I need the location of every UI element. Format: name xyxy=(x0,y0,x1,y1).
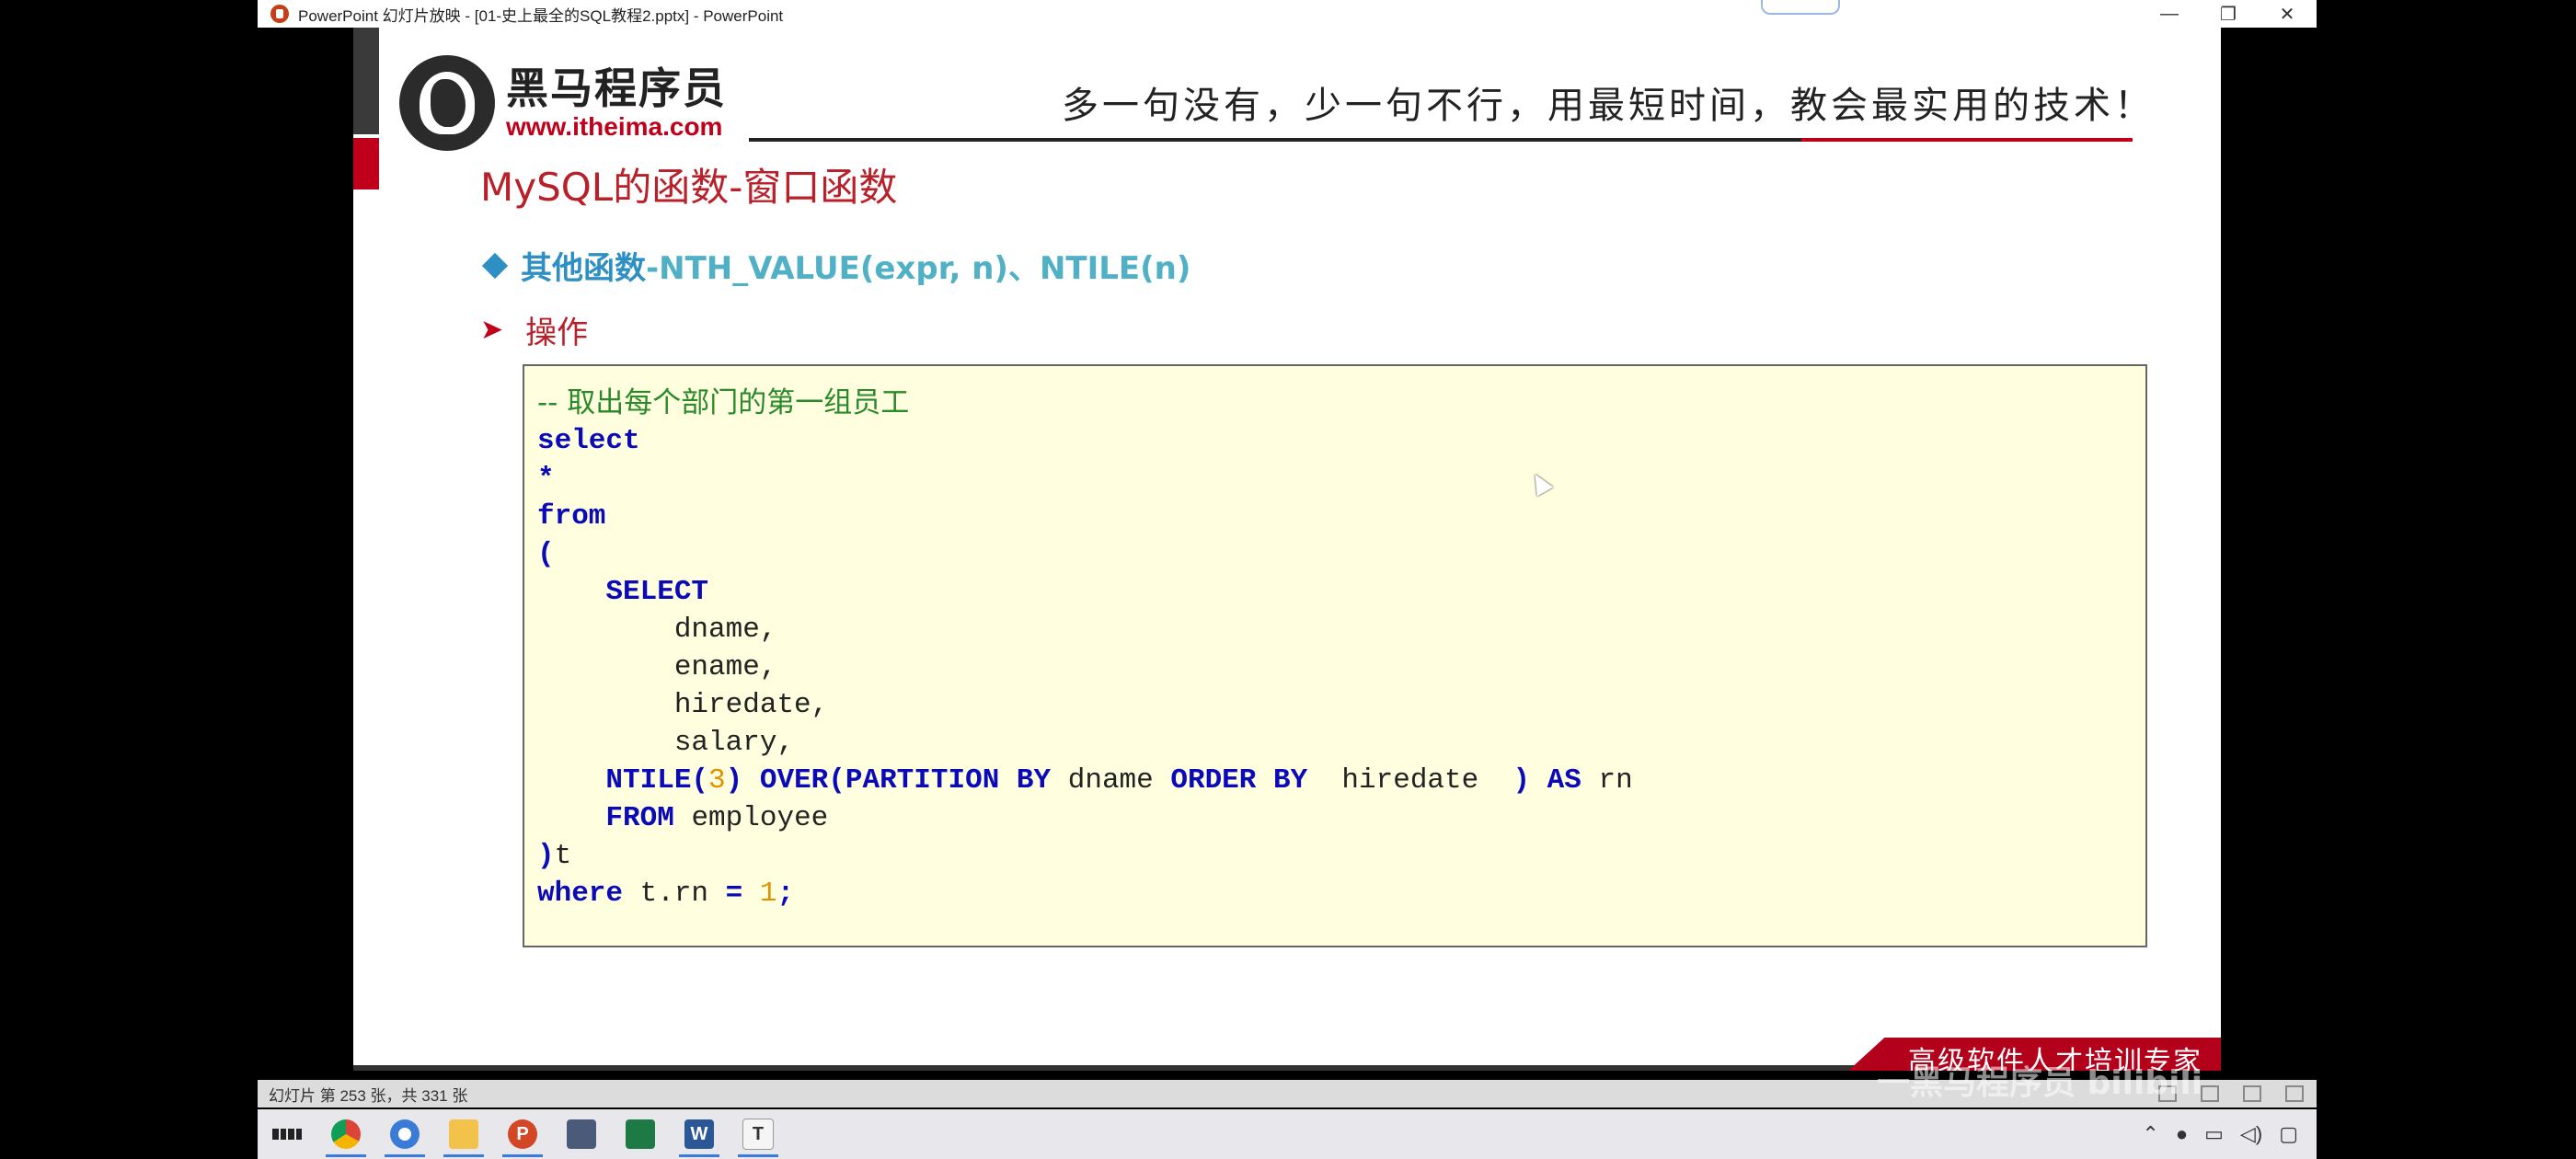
slide-sorter-icon[interactable] xyxy=(2201,1085,2219,1102)
taskbar-browser[interactable] xyxy=(375,1109,434,1159)
code-keyword: from xyxy=(537,500,606,533)
brand-logo: 黑马程序员 www.itheima.com xyxy=(399,55,727,151)
code-comment: -- 取出每个部门的第一组员工 xyxy=(537,386,910,419)
operation-label: 操作 xyxy=(525,315,589,351)
code-identifier: t.rn xyxy=(639,878,709,910)
code-identifier: dname, xyxy=(673,614,777,646)
excel-icon xyxy=(626,1119,655,1149)
code-identifier: rn xyxy=(1598,764,1633,797)
section-heading-cn: 其他函数 xyxy=(521,250,646,287)
code-identifier: hiredate xyxy=(1341,764,1479,797)
powerpoint-window: PowerPoint 幻灯片放映 - [01-史上最全的SQL教程2.pptx]… xyxy=(258,0,2317,1159)
code-block: -- 取出每个部门的第一组员工 select * from ( SELECT d… xyxy=(523,364,2147,947)
taskbar-explorer[interactable] xyxy=(434,1109,493,1159)
code-identifier: ename, xyxy=(673,651,777,683)
window-title: PowerPoint 幻灯片放映 - [01-史上最全的SQL教程2.pptx]… xyxy=(298,6,784,25)
code-identifier: salary, xyxy=(673,727,795,759)
chevron-up-icon[interactable]: ⌃ xyxy=(2142,1122,2158,1146)
taskbar-chrome[interactable] xyxy=(316,1109,375,1159)
windows-start-icon xyxy=(272,1119,302,1149)
code-identifier: hiredate, xyxy=(673,689,829,721)
browser-icon xyxy=(390,1119,420,1149)
code-keyword: where xyxy=(537,878,624,910)
word-icon: W xyxy=(684,1119,714,1149)
taskbar-powerpoint[interactable]: P xyxy=(493,1109,552,1159)
slide-title: MySQL的函数-窗口函数 xyxy=(480,165,898,210)
code-keyword: SELECT xyxy=(605,576,709,608)
reading-view-icon[interactable] xyxy=(2243,1085,2261,1102)
code-keyword: * xyxy=(537,463,555,495)
close-button[interactable]: ✕ xyxy=(2258,0,2317,28)
title-bar: PowerPoint 幻灯片放映 - [01-史上最全的SQL教程2.pptx]… xyxy=(258,0,2317,28)
slideshow-icon[interactable] xyxy=(2285,1085,2304,1102)
battery-icon[interactable]: ▭ xyxy=(2204,1122,2224,1146)
diamond-bullet-icon xyxy=(481,252,509,279)
code-keyword: FROM xyxy=(605,802,674,834)
code-identifier: t xyxy=(554,840,572,872)
slide[interactable]: 黑马程序员 www.itheima.com 多一句没有，少一句不行，用最短时间，… xyxy=(353,28,2221,1071)
powerpoint-icon: P xyxy=(508,1119,537,1149)
restore-button[interactable]: ❐ xyxy=(2199,0,2258,28)
taskbar-calculator[interactable] xyxy=(552,1109,611,1159)
code-number: 3 xyxy=(708,764,726,797)
code-keyword: ; xyxy=(776,878,795,910)
code-keyword: ) xyxy=(537,840,555,872)
minimize-button[interactable]: — xyxy=(2140,0,2199,28)
chrome-icon xyxy=(331,1119,361,1149)
code-keyword: NTILE( xyxy=(605,764,709,797)
code-keyword: ) OVER(PARTITION BY xyxy=(725,764,1052,797)
taskbar-word[interactable]: W xyxy=(670,1109,729,1159)
folder-icon xyxy=(449,1119,478,1149)
header-divider-red xyxy=(1801,138,2133,142)
start-button[interactable] xyxy=(258,1109,316,1159)
logo-url: www.itheima.com xyxy=(506,112,723,141)
drag-handle[interactable] xyxy=(1761,0,1840,15)
taskbar-excel[interactable] xyxy=(611,1109,670,1159)
code-keyword: = xyxy=(725,878,743,910)
arrow-bullet-icon: ➤ xyxy=(480,314,504,346)
section-heading: 其他函数 -NTH_VALUE(expr, n)、NTILE(n) xyxy=(480,243,1190,288)
horse-logo-icon xyxy=(399,55,495,151)
code-keyword: ORDER BY xyxy=(1170,764,1308,797)
left-accent-bar xyxy=(353,28,379,134)
code-number: 1 xyxy=(759,878,777,910)
calculator-icon xyxy=(567,1119,596,1149)
slide-counter: 幻灯片 第 253 张，共 331 张 xyxy=(269,1086,468,1105)
watermark: 一黑马程序员 bilibili xyxy=(1877,1064,2203,1102)
code-keyword: ) AS xyxy=(1512,764,1581,797)
section-heading-functions: -NTH_VALUE(expr, n)、NTILE(n) xyxy=(646,250,1191,287)
code-identifier: dname xyxy=(1067,764,1154,797)
slogan: 多一句没有，少一句不行，用最短时间，教会最实用的技术！ xyxy=(1062,85,2155,127)
taskbar: P W T ⌃ ● ▭ ◁) ▢ xyxy=(258,1109,2317,1159)
notification-icon[interactable]: ▢ xyxy=(2279,1122,2298,1146)
volume-icon[interactable]: ◁) xyxy=(2240,1122,2262,1146)
typora-icon: T xyxy=(742,1119,774,1150)
powerpoint-icon xyxy=(270,5,289,23)
taskbar-typora[interactable]: T xyxy=(729,1109,788,1159)
left-accent-bar-red xyxy=(353,138,379,189)
code-keyword: select xyxy=(537,425,640,457)
operation-heading: ➤ 操作 xyxy=(480,307,588,352)
microphone-icon[interactable]: ● xyxy=(2176,1122,2188,1146)
code-keyword: ( xyxy=(537,538,555,570)
system-tray: ⌃ ● ▭ ◁) ▢ xyxy=(2142,1122,2298,1146)
logo-name: 黑马程序员 xyxy=(506,63,727,113)
header-divider xyxy=(749,138,1801,142)
code-identifier: employee xyxy=(691,802,829,834)
